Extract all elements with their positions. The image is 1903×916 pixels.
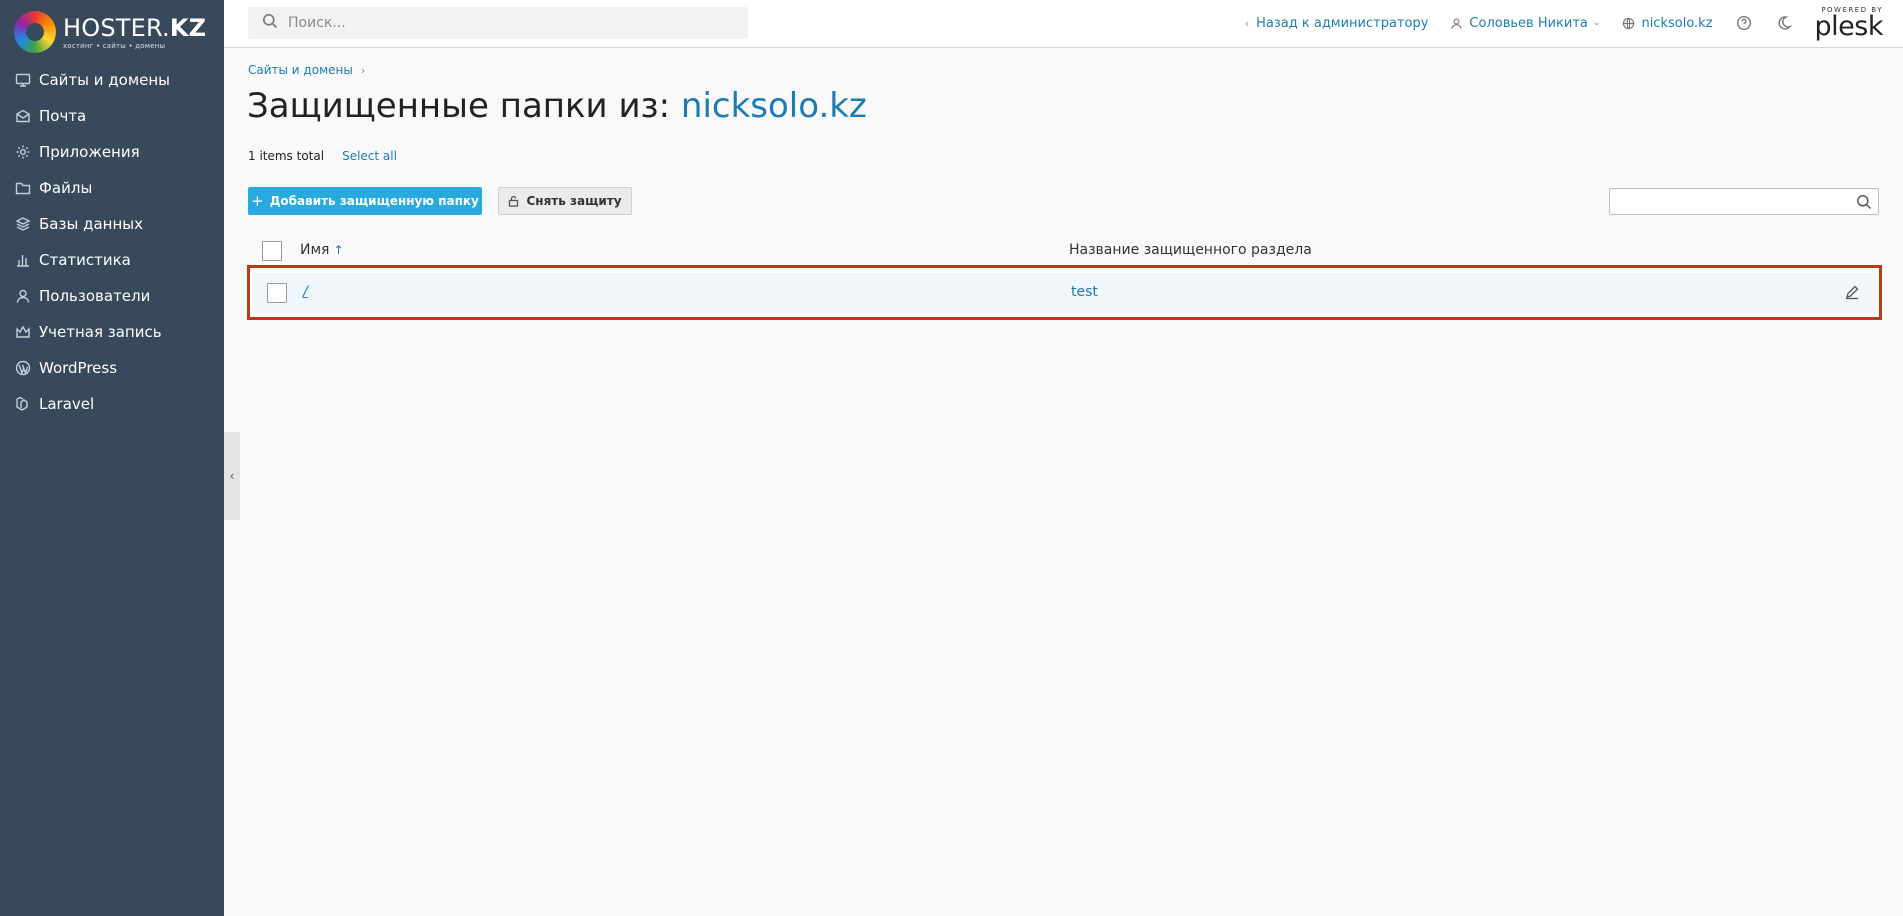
back-to-admin-link[interactable]: ‹ Назад к администратору bbox=[1245, 16, 1429, 31]
chevron-left-icon: ‹ bbox=[229, 469, 235, 483]
sidebar-item-databases[interactable]: Базы данных bbox=[0, 206, 224, 242]
back-to-admin-label: Назад к администратору bbox=[1256, 15, 1429, 31]
crown-icon bbox=[14, 323, 32, 341]
chevron-left-icon: ‹ bbox=[1244, 16, 1250, 30]
hoster-logo-mark-icon bbox=[14, 11, 56, 53]
breadcrumb: Сайты и домены › bbox=[248, 63, 365, 77]
user-icon bbox=[1451, 17, 1462, 29]
sidebar-collapse-handle[interactable]: ‹ bbox=[224, 432, 240, 520]
sidebar-item-label: Статистика bbox=[39, 251, 131, 269]
edit-pencil-icon[interactable] bbox=[1844, 284, 1862, 302]
global-search[interactable] bbox=[248, 7, 748, 39]
gear-icon bbox=[14, 143, 32, 161]
folder-icon bbox=[14, 179, 32, 197]
laravel-icon bbox=[14, 395, 32, 413]
sidebar-item-sites-domains[interactable]: Сайты и домены bbox=[0, 62, 224, 98]
logo-text: HOSTER.KZ хостинг • сайты • домены bbox=[63, 15, 206, 50]
sidebar-item-account[interactable]: Учетная запись bbox=[0, 314, 224, 350]
sidebar-item-applications[interactable]: Приложения bbox=[0, 134, 224, 170]
column-header-realm[interactable]: Название защищенного раздела bbox=[1069, 242, 1312, 258]
items-total: 1 items total bbox=[248, 149, 325, 163]
domain-link[interactable]: nicksolo.kz bbox=[1622, 15, 1713, 31]
sidebar-nav: Сайты и домены Почта Приложения Файлы Ба… bbox=[0, 62, 224, 422]
table-row: / test bbox=[247, 265, 1882, 320]
column-name-label: Имя bbox=[300, 242, 330, 258]
list-summary: 1 items total Select all bbox=[248, 149, 397, 163]
user-name: Соловьев Никита bbox=[1469, 15, 1588, 31]
plesk-logo[interactable]: POWERED BY plesk bbox=[1814, 7, 1884, 42]
sort-ascending-icon: ↑ bbox=[333, 243, 344, 257]
sidebar-item-label: Сайты и домены bbox=[39, 71, 171, 89]
sidebar-item-files[interactable]: Файлы bbox=[0, 170, 224, 206]
logo-title: HOSTER.KZ bbox=[63, 13, 207, 42]
user-icon bbox=[14, 287, 32, 305]
sidebar-item-users[interactable]: Пользователи bbox=[0, 278, 224, 314]
moon-icon bbox=[1778, 16, 1792, 30]
search-input[interactable] bbox=[288, 15, 728, 31]
sidebar-item-label: Пользователи bbox=[39, 287, 151, 305]
sidebar-item-statistics[interactable]: Статистика bbox=[0, 242, 224, 278]
theme-toggle-button[interactable] bbox=[1775, 14, 1793, 32]
search-icon[interactable] bbox=[1856, 194, 1872, 210]
help-button[interactable] bbox=[1735, 14, 1753, 32]
plus-icon: + bbox=[251, 192, 264, 210]
remove-protection-button[interactable]: Снять защиту bbox=[498, 187, 632, 215]
row-checkbox[interactable] bbox=[267, 283, 287, 303]
plesk-wordmark: plesk bbox=[1814, 11, 1884, 42]
select-all-link[interactable]: Select all bbox=[342, 149, 397, 163]
sidebar-item-label: WordPress bbox=[39, 359, 118, 377]
sidebar-item-label: Файлы bbox=[39, 179, 93, 197]
select-all-checkbox[interactable] bbox=[262, 241, 282, 261]
sidebar-item-label: Laravel bbox=[39, 395, 95, 413]
list-search-input[interactable] bbox=[1610, 189, 1846, 214]
column-header-name[interactable]: Имя ↑ bbox=[300, 242, 344, 258]
add-protected-folder-label: Добавить защищенную папку bbox=[269, 194, 479, 208]
logo-tagline: хостинг • сайты • домены bbox=[63, 41, 166, 50]
sidebar-item-label: Приложения bbox=[39, 143, 140, 161]
topbar-links: ‹ Назад к администратору Соловьев Никита… bbox=[1245, 0, 1903, 46]
mail-icon bbox=[14, 107, 32, 125]
bar-chart-icon bbox=[14, 251, 32, 269]
search-icon bbox=[262, 13, 278, 33]
sidebar-item-label: Учетная запись bbox=[39, 323, 162, 341]
chevron-right-icon: › bbox=[360, 63, 366, 77]
sidebar: HOSTER.KZ хостинг • сайты • домены Сайты… bbox=[0, 0, 224, 916]
page-title: Защищенные папки из: nicksolo.kz bbox=[247, 86, 867, 126]
layers-icon bbox=[14, 215, 32, 233]
breadcrumb-sites-domains[interactable]: Сайты и домены bbox=[248, 63, 353, 77]
sidebar-item-mail[interactable]: Почта bbox=[0, 98, 224, 134]
page-title-domain: nicksolo.kz bbox=[680, 86, 867, 126]
chevron-down-icon: ⌄ bbox=[1592, 18, 1601, 28]
sidebar-item-label: Базы данных bbox=[39, 215, 143, 233]
domain-label: nicksolo.kz bbox=[1641, 15, 1713, 31]
realm-name-link[interactable]: test bbox=[1071, 284, 1098, 300]
globe-icon bbox=[1623, 17, 1635, 29]
sidebar-item-wordpress[interactable]: WordPress bbox=[0, 350, 224, 386]
sidebar-item-label: Почта bbox=[39, 107, 87, 125]
folder-name-link[interactable]: / bbox=[303, 284, 308, 300]
unlock-icon bbox=[509, 195, 519, 207]
sidebar-item-laravel[interactable]: Laravel bbox=[0, 386, 224, 422]
table-row-content: / test bbox=[253, 273, 1876, 313]
page-title-prefix: Защищенные папки из: bbox=[247, 86, 681, 126]
list-search-box[interactable] bbox=[1609, 188, 1879, 215]
remove-protection-label: Снять защиту bbox=[526, 194, 622, 208]
user-menu[interactable]: Соловьев Никита ⌄ bbox=[1450, 16, 1600, 31]
column-realm-label: Название защищенного раздела bbox=[1069, 242, 1312, 258]
hoster-logo[interactable]: HOSTER.KZ хостинг • сайты • домены bbox=[14, 9, 206, 55]
table-header: Имя ↑ Название защищенного раздела bbox=[248, 237, 1879, 265]
add-protected-folder-button[interactable]: + Добавить защищенную папку bbox=[248, 187, 482, 215]
topbar: ‹ Назад к администратору Соловьев Никита… bbox=[224, 0, 1903, 48]
wordpress-icon bbox=[14, 359, 32, 377]
monitor-icon bbox=[14, 71, 32, 89]
help-icon bbox=[1736, 15, 1751, 31]
